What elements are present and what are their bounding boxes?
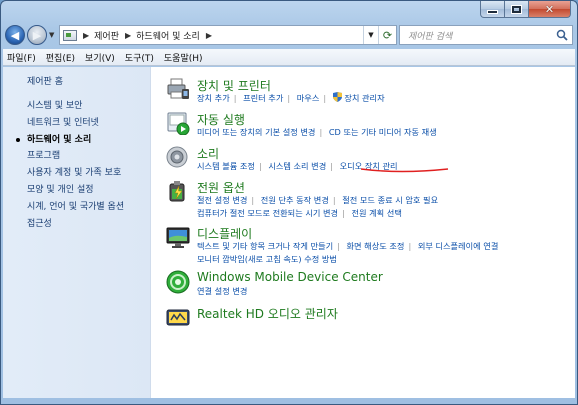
menu-help[interactable]: 도움말(H) — [164, 51, 203, 64]
chevron-down-icon: ▼ — [49, 31, 55, 39]
sync-icon[interactable] — [166, 270, 190, 294]
link-cd-autoplay[interactable]: CD 또는 기타 미디어 자동 재생 — [329, 127, 437, 137]
link-separator: | — [408, 241, 412, 251]
realtek-icon[interactable] — [166, 305, 190, 329]
sidebar-item-appearance[interactable]: 모양 및 개인 설정 — [27, 182, 124, 199]
speaker-icon[interactable] — [166, 145, 190, 169]
link-change-sleep-time[interactable]: 컴퓨터가 절전 모드로 전환되는 시기 변경 — [197, 208, 338, 218]
back-arrow-icon: ◀ — [10, 28, 20, 42]
search-input[interactable]: 제어판 검색 — [399, 25, 573, 45]
main-panel: 장치 및 프린터 장치 추가 | 프린터 추가 | 마우스 | 장치 관리자 자… — [152, 67, 575, 398]
menu-bar: 파일(F) 편집(E) 보기(V) 도구(T) 도움말(H) — [3, 49, 575, 66]
category-links-row2: 모니터 깜박임(새로 고침 속도) 수정 방법 — [197, 253, 337, 265]
link-text-size[interactable]: 텍스트 및 기타 항목 크거나 작게 만들기 — [197, 241, 333, 251]
link-separator: | — [323, 93, 327, 103]
minimize-button[interactable] — [480, 1, 505, 18]
link-power-button-action[interactable]: 전원 단추 동작 변경 — [261, 195, 329, 205]
link-connection-settings[interactable]: 연결 설정 변경 — [197, 286, 247, 296]
sidebar-list: 시스템 및 보안 네트워크 및 인터넷 하드웨어 및 소리 프로그램 사용자 계… — [15, 98, 124, 233]
menu-edit[interactable]: 편집(E) — [46, 51, 75, 64]
category-links-row2: 컴퓨터가 절전 모드로 전환되는 시기 변경 | 전원 계획 선택 — [197, 207, 402, 219]
category-links: 텍스트 및 기타 항목 크거나 작게 만들기 | 화면 해상도 조정 | 외부 디스… — [197, 240, 498, 252]
annotation-underline — [360, 168, 449, 173]
address-bar[interactable]: ▶ 제어판 ▶ 하드웨어 및 소리 ▶ ▼ ⟳ — [59, 25, 397, 45]
breadcrumb-control-panel[interactable]: 제어판 — [94, 29, 119, 42]
sidebar-item-accessibility[interactable]: 접근성 — [27, 216, 124, 233]
search-placeholder: 제어판 검색 — [408, 31, 453, 42]
navigation-bar: ◀ ▶ ▼ ▶ 제어판 ▶ 하드웨어 및 소리 ▶ ▼ ⟳ 제어판 검색 — [5, 24, 573, 46]
maximize-button[interactable] — [505, 1, 529, 18]
link-media-default-settings[interactable]: 미디어 또는 장치의 기본 설정 변경 — [197, 127, 315, 137]
link-separator: | — [337, 241, 340, 251]
sidebar-item-programs[interactable]: 프로그램 — [27, 148, 124, 165]
display-icon[interactable] — [166, 225, 190, 249]
link-separator: | — [233, 93, 237, 103]
close-icon: ✕ — [544, 2, 555, 16]
link-external-display[interactable]: 외부 디스플레이에 연결 — [418, 241, 499, 251]
link-mouse[interactable]: 마우스 — [297, 93, 320, 103]
control-panel-window: ✕ ◀ ▶ ▼ ▶ 제어판 ▶ 하드웨어 및 소리 ▶ ▼ ⟳ 제어판 검색 파… — [0, 0, 578, 405]
link-adjust-volume[interactable]: 시스템 볼륨 조정 — [197, 161, 255, 171]
sidebar-item-network[interactable]: 네트워크 및 인터넷 — [27, 115, 124, 132]
forward-arrow-icon: ▶ — [32, 28, 42, 42]
refresh-button[interactable]: ⟳ — [378, 26, 396, 44]
sidebar: 제어판 홈 시스템 및 보안 네트워크 및 인터넷 하드웨어 및 소리 프로그램… — [3, 67, 151, 398]
address-dropdown-button[interactable]: ▼ — [363, 26, 378, 44]
recent-pages-button[interactable]: ▼ — [49, 31, 59, 39]
search-icon[interactable] — [556, 29, 568, 41]
caption-buttons: ✕ — [480, 1, 571, 18]
link-separator: | — [287, 93, 291, 103]
breadcrumb-arrow-icon[interactable]: ▶ — [125, 31, 131, 40]
power-icon[interactable] — [166, 179, 190, 203]
uac-shield-icon — [332, 92, 342, 102]
category-links: 장치 추가 | 프린터 추가 | 마우스 | 장치 관리자 — [197, 92, 385, 104]
sidebar-item-user-accounts[interactable]: 사용자 계정 및 가족 보호 — [27, 165, 124, 182]
back-button[interactable]: ◀ — [5, 25, 25, 45]
sidebar-item-clock-language[interactable]: 시계, 언어 및 국가별 옵션 — [27, 199, 124, 216]
link-choose-power-plan[interactable]: 전원 계획 선택 — [351, 208, 401, 218]
breadcrumb-arrow-icon[interactable]: ▶ — [83, 31, 89, 40]
close-button[interactable]: ✕ — [529, 1, 571, 18]
printer-icon[interactable] — [166, 77, 190, 101]
link-device-manager[interactable]: 장치 관리자 — [344, 93, 384, 103]
sidebar-item-system-security[interactable]: 시스템 및 보안 — [27, 98, 124, 115]
menu-tools[interactable]: 도구(T) — [125, 51, 154, 64]
link-separator: | — [251, 195, 255, 205]
category-links: 연결 설정 변경 — [197, 285, 247, 297]
breadcrumb-hardware-sound[interactable]: 하드웨어 및 소리 — [136, 29, 200, 42]
link-change-sounds[interactable]: 시스템 소리 변경 — [268, 161, 326, 171]
sidebar-item-hardware-sound: 하드웨어 및 소리 — [15, 132, 124, 149]
breadcrumb-arrow-icon[interactable]: ▶ — [206, 31, 212, 40]
category-links: 절전 설정 변경 | 전원 단추 동작 변경 | 절전 모드 종료 시 암호 필요 — [197, 194, 438, 206]
menu-file[interactable]: 파일(F) — [7, 51, 36, 64]
minimize-icon — [488, 11, 497, 13]
link-separator: | — [342, 208, 345, 218]
maximize-icon — [512, 5, 521, 13]
link-screen-resolution[interactable]: 화면 해상도 조정 — [347, 241, 405, 251]
menu-view[interactable]: 보기(V) — [85, 51, 115, 64]
link-change-sleep-settings[interactable]: 절전 설정 변경 — [197, 195, 247, 205]
category-title[interactable]: Realtek HD 오디오 관리자 — [197, 305, 338, 322]
link-separator: | — [330, 161, 334, 171]
link-monitor-flicker[interactable]: 모니터 깜박임(새로 고침 속도) 수정 방법 — [197, 254, 337, 264]
link-separator: | — [319, 127, 323, 137]
link-add-printer[interactable]: 프린터 추가 — [243, 93, 283, 103]
link-separator: | — [258, 161, 262, 171]
content-area: 제어판 홈 시스템 및 보안 네트워크 및 인터넷 하드웨어 및 소리 프로그램… — [3, 67, 575, 398]
refresh-icon: ⟳ — [382, 28, 393, 42]
chevron-down-icon: ▼ — [368, 31, 374, 39]
autoplay-icon[interactable] — [166, 111, 190, 135]
link-require-password-wake[interactable]: 절전 모드 종료 시 암호 필요 — [342, 195, 438, 205]
link-add-device[interactable]: 장치 추가 — [197, 93, 230, 103]
link-separator: | — [332, 195, 336, 205]
control-panel-icon — [63, 29, 77, 41]
category-links: 미디어 또는 장치의 기본 설정 변경 | CD 또는 기타 미디어 자동 재생 — [197, 126, 437, 138]
forward-button[interactable]: ▶ — [27, 25, 47, 45]
category-title[interactable]: Windows Mobile Device Center — [197, 270, 383, 284]
sidebar-home-link[interactable]: 제어판 홈 — [27, 74, 63, 87]
